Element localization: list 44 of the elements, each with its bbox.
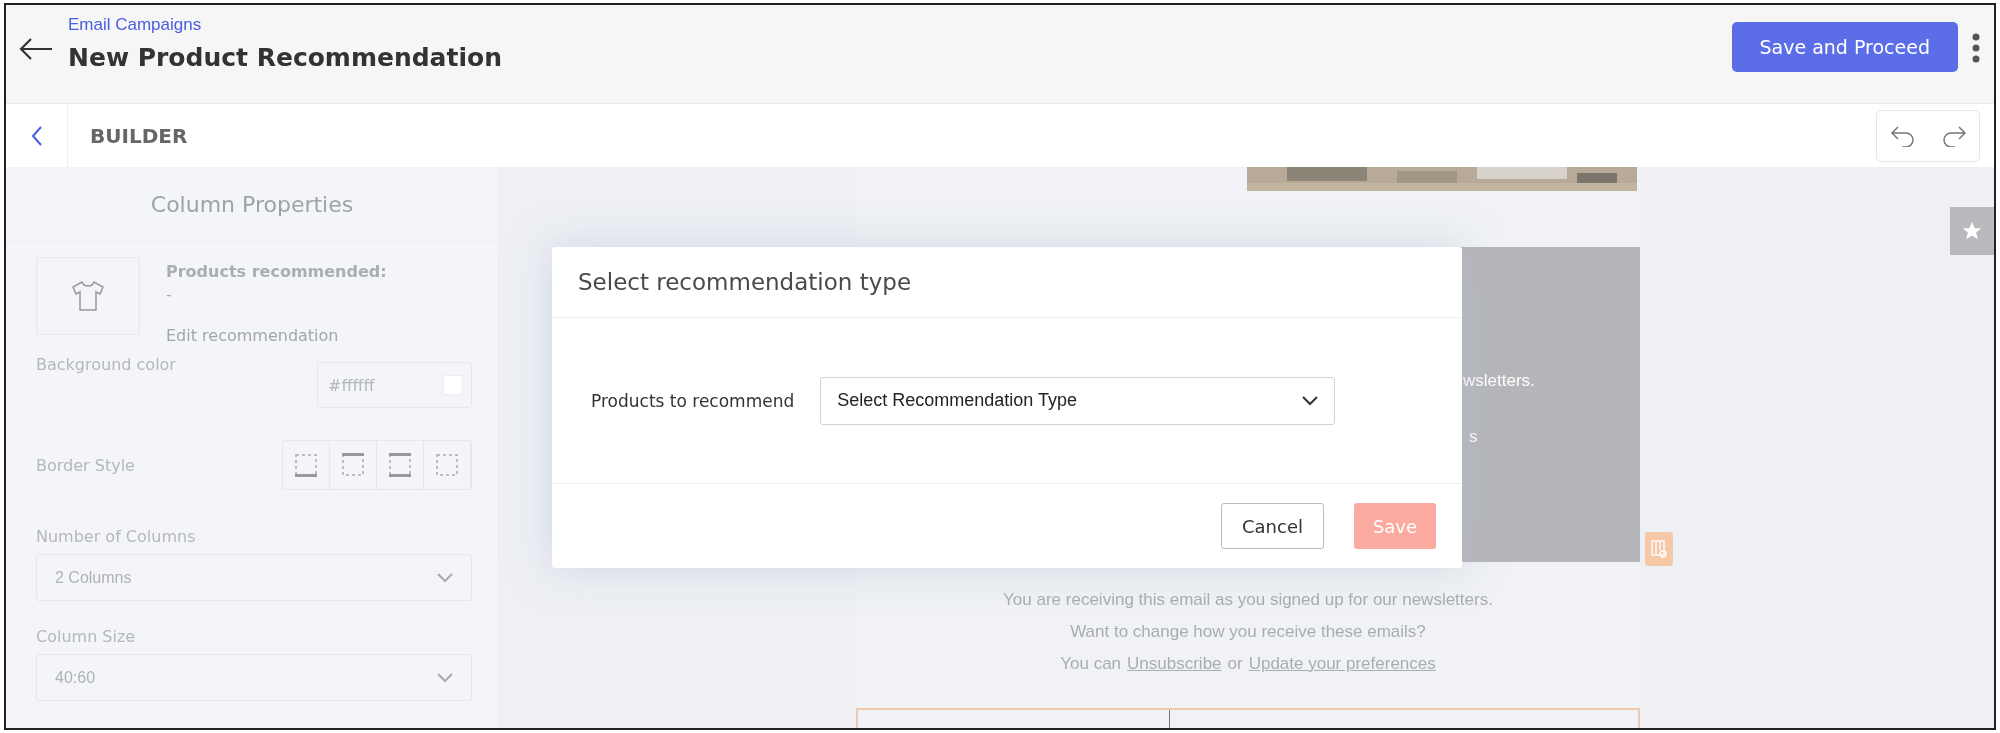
page-title: New Product Recommendation <box>68 43 503 72</box>
column-size-label: Column Size <box>36 627 137 646</box>
chevron-down-icon <box>437 672 453 683</box>
chevron-down-icon <box>1302 395 1319 406</box>
undo-icon[interactable] <box>1889 124 1916 147</box>
redo-icon[interactable] <box>1940 124 1967 147</box>
more-options-icon[interactable] <box>1972 33 1980 63</box>
color-field[interactable]: #ffffff <box>317 362 472 408</box>
column-settings-button[interactable] <box>1645 532 1673 566</box>
cancel-button[interactable]: Cancel <box>1221 503 1324 549</box>
border-style-icon <box>388 453 412 477</box>
chevron-down-icon <box>437 572 453 583</box>
columns-label: Number of Columns <box>36 527 197 546</box>
save-and-proceed-button[interactable]: Save and Proceed <box>1731 22 1958 72</box>
edit-recommendation-link[interactable]: Edit recommendation <box>166 326 387 345</box>
footer-text: Want to change how you receive these emails? <box>1070 622 1426 642</box>
shirt-icon <box>71 280 105 312</box>
background-color-label: Background color <box>36 355 176 374</box>
columns-select[interactable]: 2 Columns <box>36 554 472 601</box>
back-arrow-icon[interactable] <box>18 37 54 61</box>
border-style-icon <box>294 453 318 477</box>
footer-text: or <box>1227 654 1243 674</box>
field-label: Products to recommend <box>591 390 795 411</box>
star-icon <box>1961 220 1983 242</box>
border-style-icon <box>435 453 459 477</box>
builder-title: BUILDER <box>90 123 189 148</box>
breadcrumb-link[interactable]: Email Campaigns <box>68 15 1718 35</box>
column-size-select[interactable]: 40:60 <box>36 654 472 701</box>
favorite-button[interactable] <box>1950 207 1994 255</box>
products-recommended-value: - <box>166 285 173 304</box>
unsubscribe-link[interactable]: Unsubscribe <box>1127 654 1222 674</box>
partial-text: wsletters. <box>1463 371 1535 391</box>
border-style-icon <box>341 453 365 477</box>
border-style-label: Border Style <box>36 455 135 475</box>
partial-text: s <box>1469 427 1478 447</box>
dialog-title: Select recommendation type <box>578 269 912 295</box>
products-recommended-label: Products recommended: <box>166 262 387 281</box>
preferences-link[interactable]: Update your preferences <box>1248 654 1436 674</box>
chevron-left-icon <box>30 125 43 146</box>
columns-icon <box>1651 540 1667 558</box>
footer-text: You are receiving this email as you signed up for our newsletters. <box>1003 590 1493 610</box>
footer-text: You can <box>1060 654 1122 674</box>
panel-title: Column Properties <box>6 167 498 242</box>
recommendation-type-select[interactable]: Select Recommendation Type <box>820 376 1336 425</box>
